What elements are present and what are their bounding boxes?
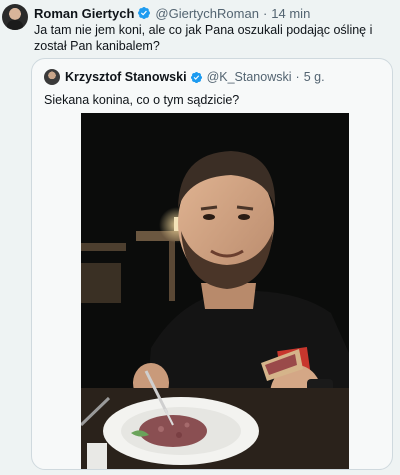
- tweet-photo[interactable]: [81, 113, 349, 469]
- tweet-text: Ja tam nie jem koni, ale co jak Pana osz…: [34, 23, 373, 53]
- quoted-tweet-header: Krzysztof Stanowski @K_Stanowski · 5 g.: [65, 69, 325, 85]
- tweet-time[interactable]: 14 min: [271, 6, 310, 21]
- separator-dot: ·: [262, 5, 268, 21]
- quoted-tweet-time: 5 g.: [303, 70, 325, 84]
- photo-man-eating-tartare: [81, 113, 349, 469]
- tweet-card: Roman Giertych @GiertychRoman · 14 min J…: [0, 0, 400, 475]
- tweet-header: Roman Giertych @GiertychRoman · 14 min: [34, 4, 310, 22]
- quoted-tweet[interactable]: Krzysztof Stanowski @K_Stanowski · 5 g. …: [31, 58, 393, 470]
- verified-badge-icon: [138, 7, 151, 19]
- verified-badge-icon: [190, 71, 202, 83]
- author-avatar[interactable]: [2, 4, 28, 30]
- author-name[interactable]: Roman Giertych: [34, 6, 134, 21]
- quoted-author-handle: @K_Stanowski: [206, 70, 292, 84]
- quoted-tweet-text: Siekana konina, co o tym sądzicie?: [44, 93, 240, 107]
- quoted-author-avatar: [44, 69, 60, 85]
- author-handle[interactable]: @GiertychRoman: [155, 6, 259, 21]
- quoted-author-name: Krzysztof Stanowski: [65, 70, 187, 84]
- separator-dot: ·: [295, 70, 300, 84]
